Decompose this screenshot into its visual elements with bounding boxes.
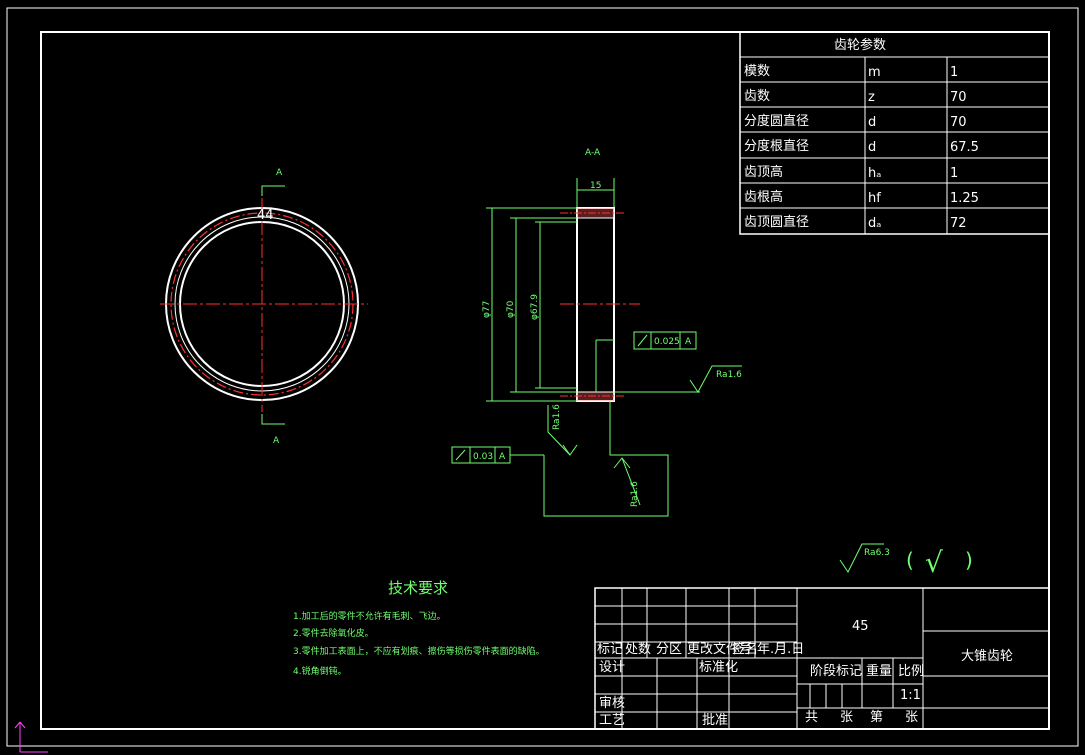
part-name: 大锥齿轮 xyxy=(961,649,1013,664)
hdr-date: 年.月.日 xyxy=(757,642,804,657)
tech-item: 4.锐角倒钝。 xyxy=(293,665,347,677)
param-name: 分度圆直径 xyxy=(744,113,809,129)
drawing-canvas: 齿轮参数 模数 m 1 齿数 z 70 分度圆直径 d 70 分度根直径 d 6… xyxy=(6,7,1079,753)
params-title: 齿轮参数 xyxy=(834,37,886,53)
sheets-label: 张 xyxy=(840,710,853,725)
dim-pitch: φ70 xyxy=(506,300,516,318)
inner-frame xyxy=(40,31,1050,730)
param-symbol: dₐ xyxy=(868,216,881,231)
param-name: 齿数 xyxy=(744,89,770,104)
outer-border xyxy=(6,7,1079,747)
runout-datum: A xyxy=(685,337,692,347)
check-mark: √ xyxy=(925,546,943,579)
design-label: 设计 xyxy=(599,660,625,675)
page-label: 第 xyxy=(870,710,883,725)
tech-requirements: 技术要求 1.加工后的零件不允许有毛刺、飞边。 2.零件去除氧化皮。 3.零件加… xyxy=(293,579,545,677)
ra-face: Ra1.6 xyxy=(630,481,640,507)
param-name: 模数 xyxy=(744,64,770,79)
section-mark-top xyxy=(261,185,285,196)
paren-open: ( xyxy=(906,548,914,572)
dim-root: φ67.9 xyxy=(530,294,540,320)
param-name: 齿顶高 xyxy=(744,164,783,180)
section-mark-bottom xyxy=(261,414,285,425)
paren-close: ) xyxy=(965,548,973,572)
param-value: 70 xyxy=(950,90,967,105)
param-name: 齿根高 xyxy=(744,189,783,205)
param-symbol: hₐ xyxy=(868,166,881,181)
surface-note: Ra6.3 ( √ ) xyxy=(839,543,973,579)
param-symbol: m xyxy=(868,65,881,80)
face-tol-value: 0.03 xyxy=(473,452,493,462)
param-value: 1.25 xyxy=(950,191,979,206)
param-value: 67.5 xyxy=(950,140,979,155)
tech-item: 2.零件去除氧化皮。 xyxy=(293,627,374,639)
section-title: A-A xyxy=(585,148,601,158)
params-table: 齿轮参数 模数 m 1 齿数 z 70 分度圆直径 d 70 分度根直径 d 6… xyxy=(739,31,1050,235)
scale-value: 1:1 xyxy=(900,688,921,703)
hdr-mark: 标记 xyxy=(597,642,623,657)
material: 45 xyxy=(852,619,869,634)
ra-outer: Ra1.6 xyxy=(716,370,742,380)
width-dim: 15 xyxy=(590,181,601,191)
process-label: 工艺 xyxy=(599,713,625,728)
review-label: 审核 xyxy=(599,696,625,711)
ucs-icon xyxy=(14,721,48,753)
section-label-top: A xyxy=(276,168,283,178)
weight-label: 重量 xyxy=(866,663,892,679)
param-symbol: hf xyxy=(868,191,881,206)
param-name: 齿顶圆直径 xyxy=(744,215,809,230)
sheet2-label: 张 xyxy=(905,710,918,725)
param-value: 72 xyxy=(950,216,967,231)
surface-ra: Ra6.3 xyxy=(864,548,890,558)
param-symbol: d xyxy=(868,115,876,130)
total-label: 共 xyxy=(805,710,818,725)
param-value: 1 xyxy=(950,65,958,80)
ra-bore: Ra1.6 xyxy=(552,404,562,430)
hdr-sign: 签名 xyxy=(732,641,758,657)
face-tol-datum: A xyxy=(499,452,506,462)
param-symbol: d xyxy=(868,140,876,155)
param-value: 1 xyxy=(950,166,958,181)
param-name: 分度根直径 xyxy=(744,138,809,154)
front-view: A A 44 xyxy=(160,168,368,446)
hub-label: 44 xyxy=(257,208,274,223)
approve-label: 批准 xyxy=(702,713,728,728)
param-value: 70 xyxy=(950,115,967,130)
tech-title: 技术要求 xyxy=(388,579,448,597)
standardize-label: 标准化 xyxy=(699,660,738,675)
hdr-zone: 分区 xyxy=(656,642,682,657)
tech-item: 1.加工后的零件不允许有毛刺、飞边。 xyxy=(293,610,446,622)
scale-label: 比例 xyxy=(898,664,924,679)
section-label-bottom: A xyxy=(273,436,280,446)
runout-value: 0.025 xyxy=(654,337,680,347)
tech-item: 3.零件加工表面上，不应有划痕、擦伤等损伤零件表面的缺陷。 xyxy=(293,645,545,657)
dim-outer: φ77 xyxy=(482,301,492,318)
hdr-count: 处数 xyxy=(625,642,651,657)
param-symbol: z xyxy=(868,90,875,105)
section-view: A-A 15 φ77 φ70 φ67.9 0.025 A Ra1.6 Ra1.6… xyxy=(451,148,742,517)
stage-mark-label: 阶段标记 xyxy=(810,664,862,679)
